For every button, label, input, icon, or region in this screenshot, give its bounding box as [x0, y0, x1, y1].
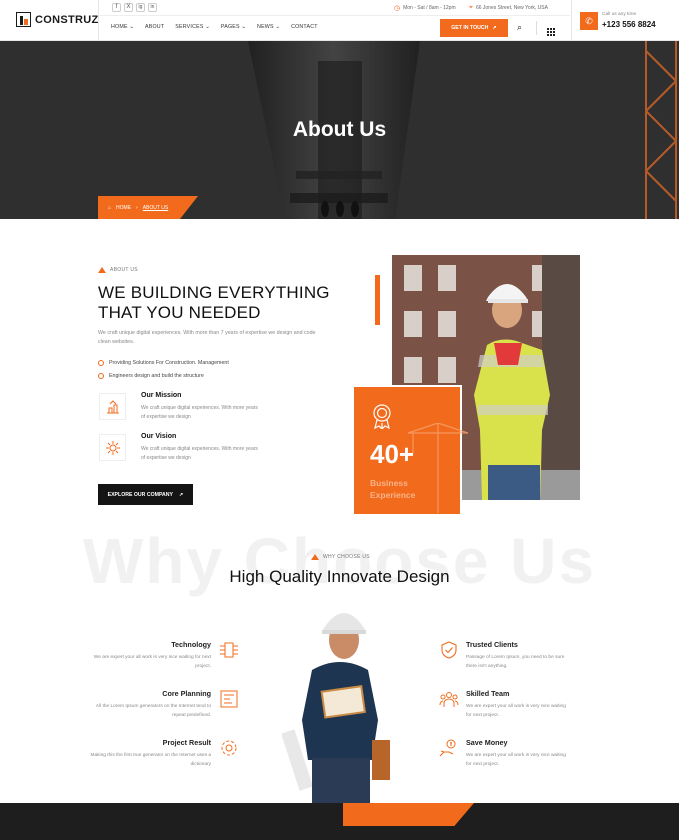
nav-home[interactable]: HOME ⌄ [111, 24, 134, 30]
award-badge-icon [371, 403, 393, 431]
top-bar: f X ig in ◷ Mon - Sat / 8am - 12pm ⌖ 66 … [98, 0, 570, 16]
triangle-icon [311, 554, 319, 560]
phone-icon[interactable]: ✆ [580, 12, 598, 30]
circle-icon [98, 360, 104, 366]
service-skilled-team: Skilled Team We are expert your all work… [466, 689, 596, 720]
hours-info: ◷ Mon - Sat / 8am - 12pm [394, 4, 456, 12]
next-section-accent [343, 803, 474, 826]
about-point-text: Engineers design and build the structure [109, 373, 204, 379]
logo-text: CONSTRUZ [35, 13, 99, 26]
facebook-icon[interactable]: f [112, 3, 121, 12]
money-hand-icon [438, 737, 460, 759]
vision-desc: We craft unique digital experiences. Wit… [141, 446, 258, 461]
mission-title: Our Mission [141, 392, 182, 399]
experience-label-line2: Experience [370, 490, 416, 500]
get-in-touch-button[interactable]: GET IN TOUCH ↗ [440, 19, 508, 37]
shield-check-icon [438, 639, 460, 661]
why-heading: High Quality Innovate Design [229, 567, 450, 586]
arrow-up-right-icon: ↗ [178, 491, 184, 498]
arrow-up-right-icon: ↗ [492, 25, 497, 31]
linkedin-icon[interactable]: in [148, 3, 157, 12]
service-title: Skilled Team [466, 689, 510, 698]
blueprint-icon [218, 688, 240, 710]
about-label-text: ABOUT US [110, 267, 138, 273]
next-section-dark [0, 803, 679, 840]
nav-about[interactable]: ABOUT [145, 24, 164, 30]
about-description: We craft unique digital experiences. Wit… [98, 330, 316, 345]
service-title: Project Result [162, 738, 211, 747]
accent-bar [375, 275, 380, 325]
about-heading: WE BUILDING EVERYTHING THAT YOU NEEDED [98, 283, 330, 323]
divider [571, 0, 572, 41]
search-icon[interactable]: ⌕ [517, 22, 522, 33]
logo-icon [16, 12, 31, 27]
crane-graphic [408, 423, 468, 513]
service-title: Core Planning [162, 689, 211, 698]
engineer-photo [281, 600, 398, 803]
grid-menu-icon[interactable] [547, 23, 555, 36]
service-desc: We are expert your all work is very nice… [466, 753, 566, 767]
explore-button-label: EXPLORE OUR COMPANY [107, 491, 173, 498]
mission-icon [99, 393, 126, 420]
experience-label: Business Experience [370, 477, 415, 501]
nav-services[interactable]: SERVICES ⌄ [175, 24, 210, 30]
service-desc: We are expert your all work is very nice… [466, 704, 566, 718]
breadcrumb-separator: › [136, 204, 138, 211]
main-nav: HOME ⌄ ABOUT SERVICES ⌄ PAGES ⌄ NEWS ⌄ C… [111, 24, 318, 30]
experience-label-line1: Business [370, 478, 408, 488]
vision-title: Our Vision [141, 433, 177, 440]
address-info: ⌖ 66 Jones Street, New York, USA [469, 4, 548, 12]
circle-icon [98, 373, 104, 379]
service-project-result: Project Result Making this the first tru… [81, 738, 211, 769]
team-icon [438, 688, 460, 710]
explore-company-button[interactable]: EXPLORE OUR COMPANY ↗ [98, 484, 193, 505]
service-desc: Passage of Lorem Ipsum, you need to be s… [466, 655, 565, 669]
about-point: Providing Solutions For Construction. Ma… [98, 360, 229, 366]
about-label: ABOUT US [98, 267, 138, 273]
nav-contact[interactable]: CONTACT [291, 24, 318, 30]
phone-number[interactable]: +123 556 8824 [602, 20, 656, 29]
divider [536, 21, 537, 35]
service-save-money: Save Money We are expert your all work i… [466, 738, 596, 769]
page-hero: About Us [0, 41, 679, 219]
about-heading-line2: THAT YOU NEEDED [98, 303, 261, 322]
service-title: Trusted Clients [466, 640, 518, 649]
about-point: Engineers design and build the structure [98, 373, 204, 379]
service-trusted-clients: Trusted Clients Passage of Lorem Ipsum, … [466, 640, 596, 671]
address-text: 66 Jones Street, New York, USA [475, 5, 548, 11]
nav-pages[interactable]: PAGES ⌄ [221, 24, 246, 30]
cta-label: GET IN TOUCH [451, 25, 489, 31]
about-heading-line1: WE BUILDING EVERYTHING [98, 283, 330, 302]
call-label: Call us any time [602, 12, 637, 17]
experience-number: 40+ [370, 439, 415, 469]
about-point-text: Providing Solutions For Construction. Ma… [109, 360, 229, 366]
breadcrumb-home[interactable]: HOME [116, 205, 131, 211]
mission-desc: We craft unique digital experiences. Wit… [141, 405, 258, 420]
circuit-icon [218, 639, 240, 661]
breadcrumb-current: ABOUT US [142, 204, 169, 211]
service-title: Technology [171, 640, 211, 649]
page-title: About Us [292, 118, 387, 141]
vision-icon [99, 434, 126, 461]
site-header: CONSTRUZ f X ig in ◷ Mon - Sat / 8am - 1… [0, 0, 679, 41]
service-technology: Technology We are expert your all work i… [81, 640, 211, 671]
service-title: Save Money [466, 738, 508, 747]
gear-icon [218, 737, 240, 759]
clock-icon: ◷ [394, 5, 401, 12]
experience-card: 40+ Business Experience [352, 385, 468, 516]
instagram-icon[interactable]: ig [136, 3, 145, 12]
home-icon: ⌂ [108, 204, 112, 211]
x-icon[interactable]: X [124, 3, 133, 12]
nav-news[interactable]: NEWS ⌄ [257, 24, 280, 30]
triangle-icon [98, 267, 106, 273]
logo[interactable]: CONSTRUZ [16, 12, 99, 27]
why-label: WHY CHOOSE US [311, 554, 370, 560]
service-desc: Making this the first true generator on … [90, 753, 211, 767]
service-desc: We are expert your all work is very nice… [93, 655, 211, 669]
why-label-text: WHY CHOOSE US [323, 554, 370, 560]
hours-text: Mon - Sat / 8am - 12pm [403, 5, 456, 11]
service-desc: All the Lorem Ipsum generators on the In… [95, 704, 211, 718]
service-core-planning: Core Planning All the Lorem Ipsum genera… [81, 689, 211, 720]
location-icon: ⌖ [469, 4, 473, 11]
